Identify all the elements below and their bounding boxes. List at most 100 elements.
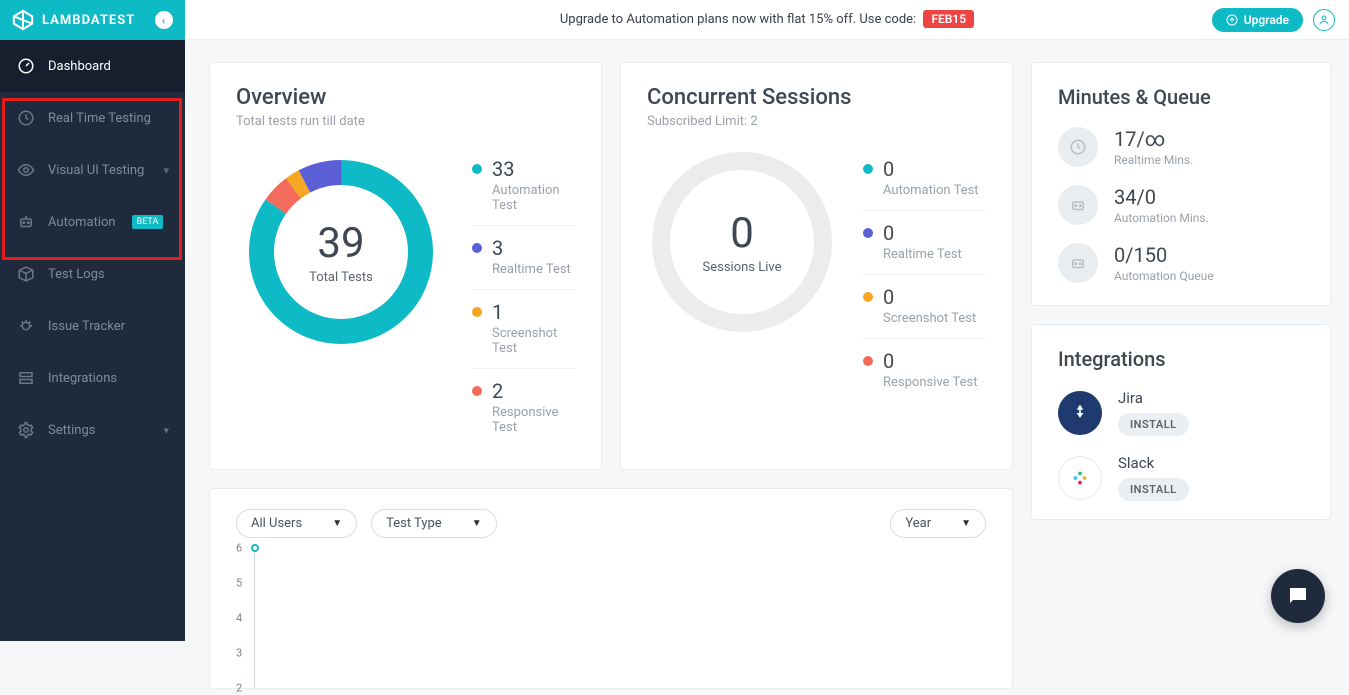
promo-message: Upgrade to Automation plans now with fla…: [560, 12, 916, 27]
chevron-down-icon: ▼: [472, 518, 482, 529]
promo-code-badge: FEB15: [923, 10, 974, 28]
robot-icon: [1058, 243, 1098, 283]
collapse-sidebar-button[interactable]: ‹: [155, 11, 173, 29]
topbar-actions: Upgrade: [1212, 8, 1335, 32]
sidebar-item-automation[interactable]: Automation BETA: [0, 196, 185, 248]
sessions-title: Concurrent Sessions: [647, 85, 986, 110]
promo-text: Upgrade to Automation plans now with fla…: [560, 12, 974, 27]
filter-type-select[interactable]: Test Type▼: [371, 509, 497, 538]
chart-area: 6 5 4 3 2: [236, 548, 986, 688]
profile-avatar[interactable]: [1313, 9, 1335, 31]
sidebar-item-visual-ui-testing[interactable]: Visual UI Testing ▾: [0, 144, 185, 196]
sidebar-item-label: Integrations: [48, 371, 117, 386]
y-axis: [254, 548, 255, 688]
mq-automation: 34/0Automation Mins.: [1058, 185, 1304, 225]
beta-badge: BETA: [132, 215, 164, 229]
upgrade-button[interactable]: Upgrade: [1212, 8, 1303, 32]
chevron-down-icon: ▾: [163, 424, 169, 437]
sessions-stat-list: 0Automation Test 0Realtime Test 0Screens…: [863, 147, 986, 402]
stat-automation: 33Automation Test: [472, 147, 575, 226]
dot-icon: [472, 386, 482, 396]
sidebar-item-label: Settings: [48, 423, 95, 438]
overview-donut-chart: 39 Total Tests: [236, 147, 446, 357]
sidebar-item-settings[interactable]: Settings ▾: [0, 404, 185, 456]
sidebar-item-integrations[interactable]: Integrations: [0, 352, 185, 404]
install-slack-button[interactable]: INSTALL: [1118, 478, 1189, 501]
integration-name: Slack: [1118, 454, 1189, 472]
y-tick: 5: [236, 577, 242, 590]
stat-responsive: 0Responsive Test: [863, 339, 986, 402]
brand-name: LAMBDATEST: [42, 13, 135, 28]
integration-name: Jira: [1118, 389, 1189, 407]
robot-icon: [16, 212, 36, 232]
sidebar-item-label: Visual UI Testing: [48, 163, 144, 178]
brand-bar: LAMBDATEST ‹: [0, 0, 185, 40]
sidebar-item-label: Automation: [48, 215, 116, 230]
overview-title: Overview: [236, 85, 575, 110]
mq-queue: 0/150Automation Queue: [1058, 243, 1304, 283]
sidebar-item-test-logs[interactable]: Test Logs: [0, 248, 185, 300]
dot-icon: [863, 356, 873, 366]
gear-icon: [16, 420, 36, 440]
slack-icon: [1058, 456, 1102, 500]
dot-icon: [472, 164, 482, 174]
stat-realtime: 3Realtime Test: [472, 226, 575, 290]
robot-icon: [1058, 185, 1098, 225]
minutes-queue-card: Minutes & Queue 17/∞Realtime Mins. 34/0A…: [1031, 62, 1331, 306]
minutes-queue-title: Minutes & Queue: [1058, 85, 1304, 109]
y-tick: 3: [236, 647, 242, 660]
sessions-card: Concurrent Sessions Subscribed Limit: 2 …: [620, 62, 1013, 470]
stat-realtime: 0Realtime Test: [863, 211, 986, 275]
chevron-down-icon: ▾: [163, 164, 169, 177]
layers-icon: [16, 368, 36, 388]
sidebar-item-issue-tracker[interactable]: Issue Tracker: [0, 300, 185, 352]
sessions-ring-chart: 0 Sessions Live: [647, 147, 837, 337]
chat-fab-button[interactable]: [1271, 569, 1325, 623]
sidebar-item-label: Test Logs: [48, 267, 105, 282]
y-tick: 2: [236, 682, 242, 695]
dot-icon: [863, 164, 873, 174]
chat-icon: [1286, 584, 1310, 608]
data-point: [251, 544, 259, 552]
dot-icon: [472, 243, 482, 253]
jira-icon: [1058, 391, 1102, 435]
main-column: Overview Total tests run till date 39 To…: [209, 62, 1013, 689]
overview-subtitle: Total tests run till date: [236, 114, 575, 129]
content-area: Overview Total tests run till date 39 To…: [185, 40, 1349, 641]
topbar: Upgrade to Automation plans now with fla…: [185, 0, 1349, 40]
bug-icon: [16, 316, 36, 336]
sidebar-item-dashboard[interactable]: Dashboard: [0, 40, 185, 92]
stat-responsive: 2Responsive Test: [472, 369, 575, 447]
stat-screenshot: 0Screenshot Test: [863, 275, 986, 339]
install-jira-button[interactable]: INSTALL: [1118, 413, 1189, 436]
upload-icon: [1226, 14, 1238, 26]
brand-logo-icon: [12, 9, 34, 31]
y-tick: 4: [236, 612, 242, 625]
integration-slack: Slack INSTALL: [1058, 454, 1304, 501]
sidebar-item-label: Real Time Testing: [48, 111, 151, 126]
dot-icon: [863, 292, 873, 302]
integrations-title: Integrations: [1058, 347, 1304, 371]
total-tests-label: Total Tests: [309, 270, 373, 285]
integration-jira: Jira INSTALL: [1058, 389, 1304, 436]
dot-icon: [472, 307, 482, 317]
sidebar-item-label: Dashboard: [48, 59, 111, 74]
filter-users-select[interactable]: All Users▼: [236, 509, 357, 538]
filter-range-select[interactable]: Year▼: [890, 509, 986, 538]
box-icon: [16, 264, 36, 284]
chevron-down-icon: ▼: [332, 518, 342, 529]
chart-filters: All Users▼ Test Type▼ Year▼: [236, 509, 986, 538]
chevron-down-icon: ▼: [961, 518, 971, 529]
sessions-live-value: 0: [730, 209, 754, 258]
clock-icon: [16, 108, 36, 128]
sessions-subtitle: Subscribed Limit: 2: [647, 114, 986, 129]
sessions-live-label: Sessions Live: [703, 260, 782, 275]
sidebar-item-realtime-testing[interactable]: Real Time Testing: [0, 92, 185, 144]
stat-automation: 0Automation Test: [863, 147, 986, 211]
upgrade-label: Upgrade: [1244, 13, 1289, 27]
stat-screenshot: 1Screenshot Test: [472, 290, 575, 369]
overview-stat-list: 33Automation Test 3Realtime Test 1Screen…: [472, 147, 575, 447]
dot-icon: [863, 228, 873, 238]
chart-card: All Users▼ Test Type▼ Year▼ 6 5 4 3 2: [209, 488, 1013, 689]
top-cards-row: Overview Total tests run till date 39 To…: [209, 62, 1013, 470]
